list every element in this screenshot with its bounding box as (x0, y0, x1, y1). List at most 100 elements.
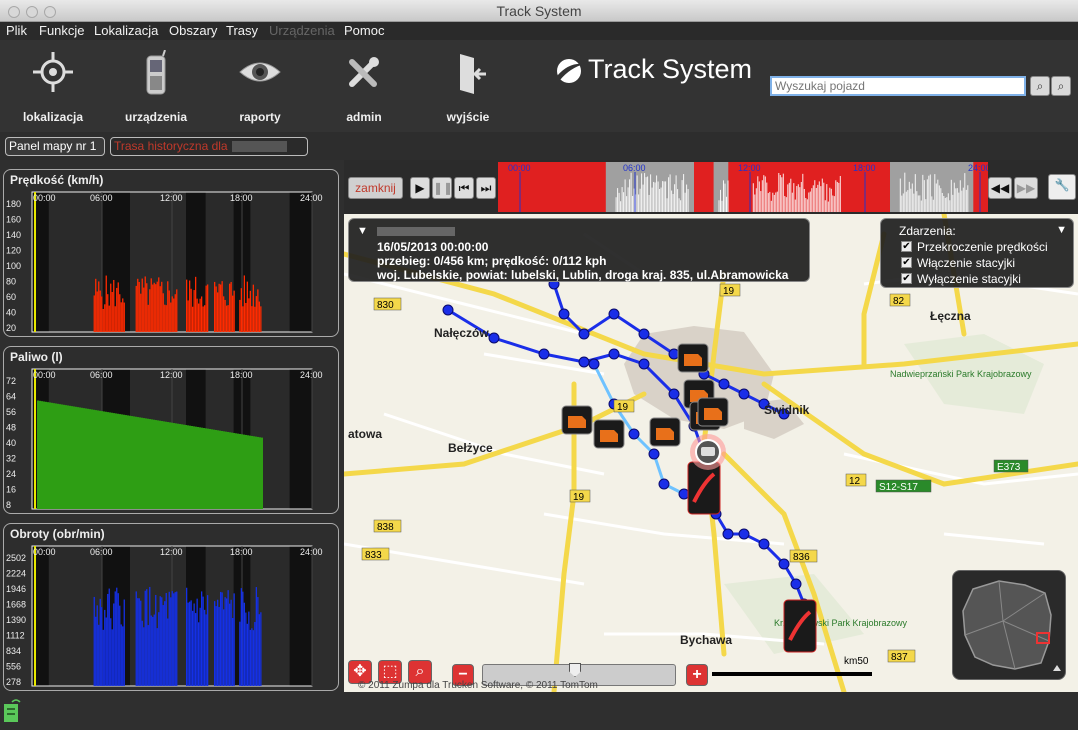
rpm-bar (99, 598, 101, 686)
rpm-bar (162, 605, 164, 686)
events-filter-box: Zdarzenia: ▼ ✔ Przekroczenie prędkości ✔ W… (880, 218, 1074, 288)
fuel-bar (125, 415, 127, 509)
timeline-tick-bar (629, 179, 631, 212)
advanced-search-button[interactable]: ⌕ (1051, 76, 1071, 96)
timeline-tick-bar (934, 174, 936, 212)
skip-start-button[interactable]: ⏮ (454, 177, 474, 199)
timeline-tick-bar (615, 197, 617, 212)
timeline-tick-bar (793, 183, 795, 212)
timeline-tick-bar (775, 192, 777, 212)
zoom-slider-handle[interactable] (569, 663, 581, 677)
close-playback-button[interactable]: zamknij (348, 177, 403, 199)
route-point (718, 378, 730, 390)
menu-pomoc[interactable]: Pomoc (344, 23, 384, 38)
event-speeding[interactable]: ✔ Przekroczenie prędkości (901, 240, 1048, 254)
fuel-bar (207, 428, 209, 509)
major-road (721, 451, 847, 692)
timeline-tick-bar (779, 175, 781, 212)
event-ignition-off-checkbox[interactable]: ✔ (901, 273, 912, 284)
route-point (578, 356, 590, 368)
map-pane: zamknij ▶ ❚❚ ⏮ ⏭ 00:00 06:00 12:00 18:00 24:… (344, 160, 1078, 692)
rpm-panel: Obroty (obr/min) 2502 2224 1946 1668 1390 111… (3, 523, 339, 691)
speed-bar (165, 305, 167, 332)
rpm-bar (258, 614, 260, 686)
speed-bar (138, 282, 140, 332)
skip-end-button[interactable]: ⏭ (476, 177, 496, 199)
event-ignition-off[interactable]: ✔ Wyłączenie stacyjki (901, 272, 1021, 286)
timeline-tick-bar (950, 179, 952, 212)
raporty-button[interactable]: raporty (215, 50, 305, 130)
rpm-bar (187, 602, 189, 686)
y-tick-label: 20 (6, 323, 16, 333)
fuel-bar (61, 404, 63, 509)
menu-funkcje[interactable]: Funkcje (39, 23, 85, 38)
fuel-bar (143, 418, 145, 509)
road-shield-label: S12-S17 (879, 482, 918, 493)
events-collapse-icon[interactable]: ▼ (1056, 224, 1067, 236)
road-shield-label: 833 (365, 550, 382, 561)
admin-button[interactable]: admin (319, 50, 409, 130)
rpm-bar (98, 624, 100, 686)
timeline-tick-bar (782, 173, 784, 212)
tab-map-panel[interactable]: Panel mapy nr 1 (5, 137, 105, 156)
timeline-tick-bar (624, 179, 626, 212)
faster-button[interactable]: ▶▶ (1014, 177, 1038, 199)
timeline-activity-segment (694, 162, 714, 212)
route-info-box: ▼ 16/05/2013 00:00:00 przebieg: 0/456 km… (348, 218, 810, 282)
timeline-tick-bar (833, 196, 835, 212)
collapse-triangle-icon[interactable]: ▼ (357, 225, 368, 237)
map-view[interactable]: 830 19 82 19 19 E373 12 S12-S17 833 836 837 838 Nałę… (344, 214, 1078, 692)
speed-bar (243, 275, 245, 332)
rpm-bar (193, 603, 195, 686)
fuel-bar (237, 433, 239, 509)
urzadzenia-button[interactable]: urządzenia (111, 50, 201, 130)
timeline-tick-label: 12:00 (738, 163, 761, 173)
event-speeding-checkbox[interactable]: ✔ (901, 241, 912, 252)
timeline-tick-bar (621, 187, 623, 212)
menu-lokalizacja[interactable]: Lokalizacja (94, 23, 158, 38)
fuel-bar (243, 434, 245, 509)
timeline-tick-bar (836, 181, 838, 212)
menu-trasy[interactable]: Trasy (226, 23, 258, 38)
timeline-tick-bar (799, 187, 801, 212)
speed-bar (245, 302, 247, 332)
fuel-bar (209, 428, 211, 509)
skip-end-icon: ⏭ (480, 181, 492, 195)
lokalizacja-label: lokalizacja (22, 110, 84, 124)
fuel-bar (201, 427, 203, 509)
lokalizacja-button[interactable]: lokalizacja (8, 50, 98, 130)
timeline-tick-bar (617, 188, 619, 212)
wyjscie-button[interactable]: wyjście (423, 50, 513, 130)
zoom-in-button[interactable]: + (686, 664, 708, 686)
rpm-bar (147, 625, 149, 686)
search-vehicle-input[interactable] (770, 76, 1026, 96)
poland-overview-minimap[interactable] (952, 570, 1066, 680)
timeline-tick-bar (778, 173, 780, 212)
settings-button[interactable]: 🔧 (1048, 174, 1076, 200)
slower-button[interactable]: ◀◀ (988, 177, 1012, 199)
timeline-tick-bar (724, 183, 726, 212)
road-shield-label: 836 (793, 552, 810, 563)
speed-bar (192, 306, 194, 332)
fuel-bar (241, 434, 243, 509)
y-tick-label: 16 (6, 485, 16, 495)
search-button[interactable]: ⌕ (1030, 76, 1050, 96)
rpm-bar (246, 623, 248, 686)
timeline-slider[interactable]: 00:00 06:00 12:00 18:00 24:00 (498, 162, 988, 212)
route-point (778, 558, 790, 570)
timeline-tick-label: 18:00 (853, 163, 876, 173)
rpm-bar (227, 590, 229, 686)
event-ignition-on[interactable]: ✔ Włączenie stacyjki (901, 256, 1015, 270)
menu-obszary[interactable]: Obszary (169, 23, 217, 38)
event-ignition-on-checkbox[interactable]: ✔ (901, 257, 912, 268)
play-button[interactable]: ▶ (410, 177, 430, 199)
timeline-tick-bar (766, 182, 768, 212)
tab-history-route[interactable]: Trasa historyczna dla (110, 137, 308, 156)
route-point (488, 332, 500, 344)
menu-plik[interactable]: Plik (6, 23, 27, 38)
speed-bar (135, 285, 137, 332)
pause-button[interactable]: ❚❚ (432, 177, 453, 199)
timeline-tick-bar (967, 185, 969, 212)
timeline-tick-bar (665, 181, 667, 212)
timeline-tick-bar (961, 190, 963, 212)
